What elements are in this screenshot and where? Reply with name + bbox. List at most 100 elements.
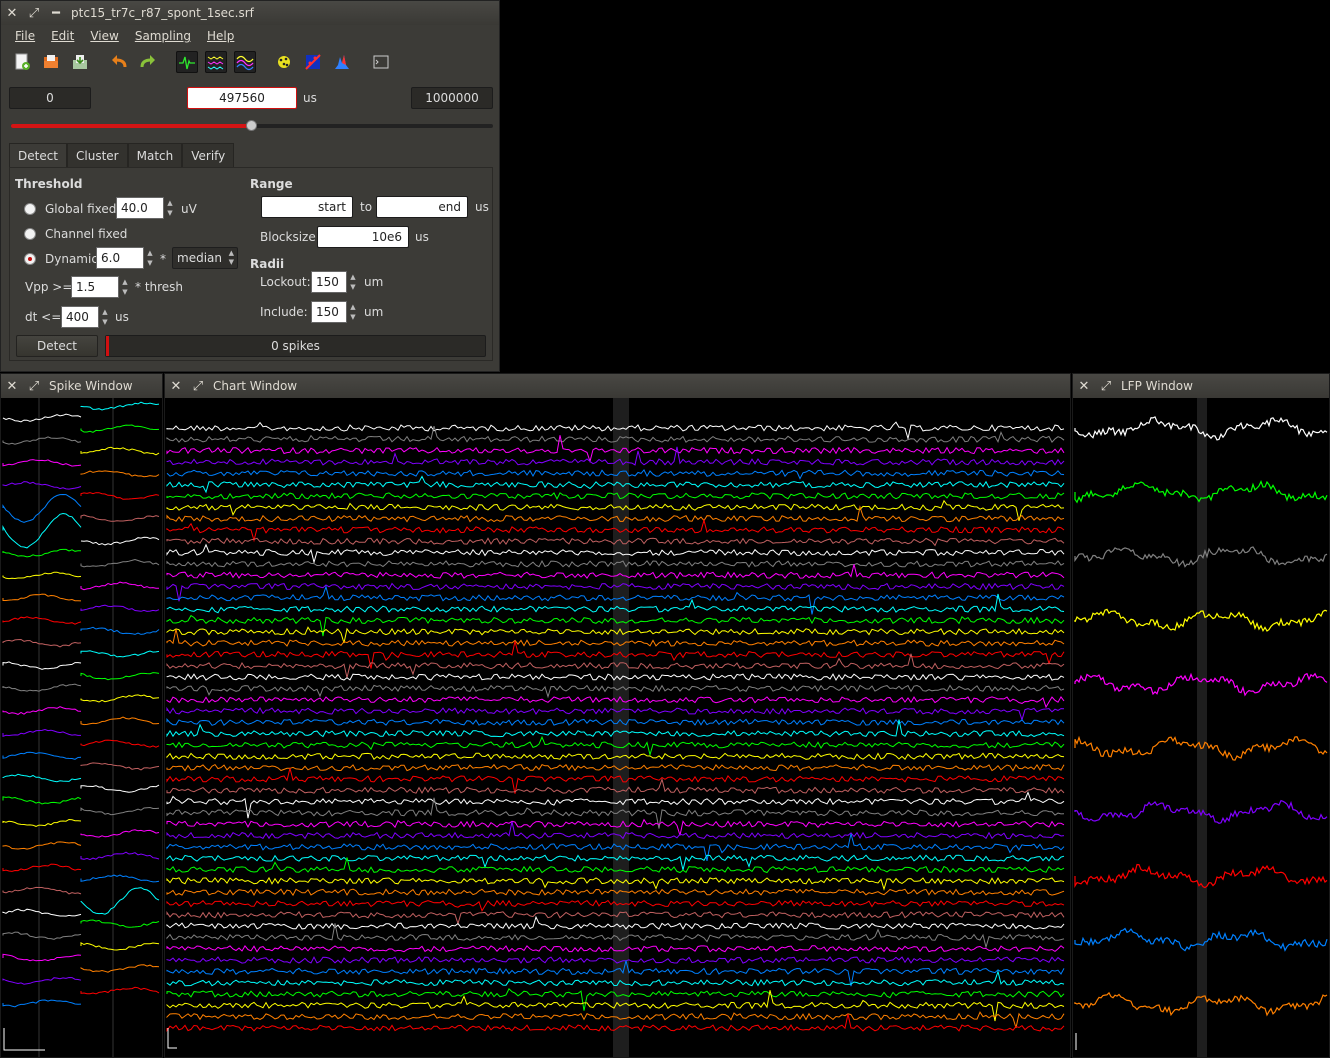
dt-input[interactable]: 400 (61, 306, 99, 328)
threshold-title: Threshold (15, 177, 83, 191)
spike-waveform (2, 436, 82, 445)
spike-plot (2, 398, 160, 1057)
spike-waveform (2, 953, 82, 962)
blocksize-label: Blocksize: (260, 230, 320, 244)
lfp-window-icon[interactable] (234, 51, 256, 73)
range-to-label: to (360, 200, 373, 214)
save-file-icon[interactable] (69, 51, 91, 73)
spike-waveform (80, 716, 160, 726)
time-unit-label: us (303, 91, 317, 105)
spike-waveform (2, 841, 82, 850)
spike-canvas[interactable] (1, 398, 162, 1057)
dynamic-method-select[interactable]: median ▲ ▼ (172, 247, 238, 269)
spike-waveform (80, 851, 160, 861)
menu-help[interactable]: Help (199, 29, 242, 43)
spike-waveform (2, 571, 82, 580)
time-cursor-band (1197, 398, 1207, 1057)
vpp-input[interactable]: 1.5 (71, 276, 119, 298)
range-end-input[interactable]: end (376, 196, 468, 218)
spike-waveform (80, 558, 160, 568)
menu-edit[interactable]: Edit (43, 29, 82, 43)
close-icon[interactable]: ✕ (165, 379, 187, 394)
global-fixed-input[interactable]: 40.0 (116, 197, 164, 219)
lfp-canvas[interactable] (1073, 398, 1329, 1057)
dynamic-input[interactable]: 6.0 (96, 247, 144, 269)
chart-window-icon[interactable] (205, 51, 227, 73)
tab-detect[interactable]: Detect (9, 143, 68, 168)
tab-match[interactable]: Match (127, 143, 183, 168)
maximize-icon[interactable]: ⤢ (1095, 379, 1117, 394)
maximize-icon[interactable]: ⤢ (23, 6, 45, 21)
lockout-input[interactable]: 150 (311, 271, 347, 293)
spike-waveform (80, 424, 160, 433)
chart-canvas[interactable] (165, 398, 1070, 1057)
spike-waveform (80, 694, 160, 703)
maximize-icon[interactable]: ⤢ (23, 379, 45, 394)
close-icon[interactable]: ✕ (1073, 379, 1095, 394)
maximize-icon[interactable]: ⤢ (187, 379, 209, 394)
spike-waveform (2, 638, 82, 648)
spike-waveform (2, 796, 82, 805)
time-start-field[interactable]: 0 (9, 87, 91, 109)
spike-waveform (2, 976, 82, 985)
blocksize-input[interactable]: 10e6 (317, 226, 409, 248)
dynamic-mult-label: * (160, 252, 166, 266)
spike-waveform (80, 446, 160, 456)
menu-sampling[interactable]: Sampling (127, 29, 199, 43)
detect-progress-bar: 0 spikes (105, 335, 486, 357)
close-icon[interactable]: ✕ (1, 379, 23, 394)
spike-waveform (80, 470, 160, 478)
global-fixed-radio[interactable] (24, 203, 36, 215)
redo-icon[interactable] (137, 51, 159, 73)
main-titlebar: ✕ ⤢ ━ ptc15_tr7c_r87_spont_1sec.srf (1, 1, 499, 25)
progress-fill (106, 336, 109, 356)
time-end-field[interactable]: 1000000 (411, 87, 493, 109)
dynamic-radio[interactable] (24, 253, 36, 265)
new-file-icon[interactable] (11, 51, 33, 73)
spike-waveform (80, 874, 160, 883)
time-slider[interactable] (11, 120, 493, 131)
dt-label: dt <= (25, 310, 62, 324)
shell-icon[interactable] (370, 51, 392, 73)
lfp-window-titlebar: ✕ ⤢ LFP Window (1073, 374, 1329, 398)
dynamic-stepper[interactable]: ▲ ▼ (145, 248, 155, 270)
include-input[interactable]: 150 (311, 301, 347, 323)
menubar: File Edit View Sampling Help (1, 25, 499, 47)
undo-icon[interactable] (108, 51, 130, 73)
open-file-icon[interactable] (40, 51, 62, 73)
tab-verify[interactable]: Verify (182, 143, 235, 168)
dt-unit: us (115, 310, 129, 324)
spike-waveform (80, 964, 160, 973)
time-slider-handle[interactable] (245, 120, 257, 131)
spike-window-title: Spike Window (49, 379, 133, 393)
spike-waveform (2, 773, 82, 783)
cluster-icon[interactable] (273, 51, 295, 73)
spike-waveform (80, 672, 160, 681)
toolbar (1, 47, 499, 77)
detect-button[interactable]: Detect (16, 335, 98, 357)
spike-waveform (80, 806, 160, 816)
vpp-stepper[interactable]: ▲ ▼ (120, 277, 130, 299)
dt-stepper[interactable]: ▲ ▼ (100, 307, 110, 329)
close-icon[interactable]: ✕ (1, 6, 23, 21)
spike-window-icon[interactable] (176, 51, 198, 73)
global-fixed-stepper[interactable]: ▲ ▼ (165, 198, 175, 220)
menu-file[interactable]: File (7, 29, 43, 43)
vpp-suffix: * thresh (135, 280, 184, 294)
spike-waveform (80, 829, 160, 838)
spike-waveform (2, 818, 82, 827)
lfp-window: ✕ ⤢ LFP Window (1072, 373, 1330, 1058)
channel-fixed-radio[interactable] (24, 228, 36, 240)
spike-waveform (80, 919, 160, 928)
tab-cluster[interactable]: Cluster (67, 143, 128, 168)
dynamic-method-value: median (177, 251, 222, 265)
minimize-icon[interactable]: ━ (45, 6, 67, 21)
range-start-input[interactable]: start (261, 196, 353, 218)
lockout-stepper[interactable]: ▲ ▼ (348, 272, 358, 294)
include-stepper[interactable]: ▲ ▼ (348, 302, 358, 324)
time-current-input[interactable]: 497560 (187, 87, 297, 109)
plot-icon[interactable] (302, 51, 324, 73)
window-title: ptc15_tr7c_r87_spont_1sec.srf (71, 6, 254, 20)
histogram-icon[interactable] (331, 51, 353, 73)
menu-view[interactable]: View (82, 29, 126, 43)
